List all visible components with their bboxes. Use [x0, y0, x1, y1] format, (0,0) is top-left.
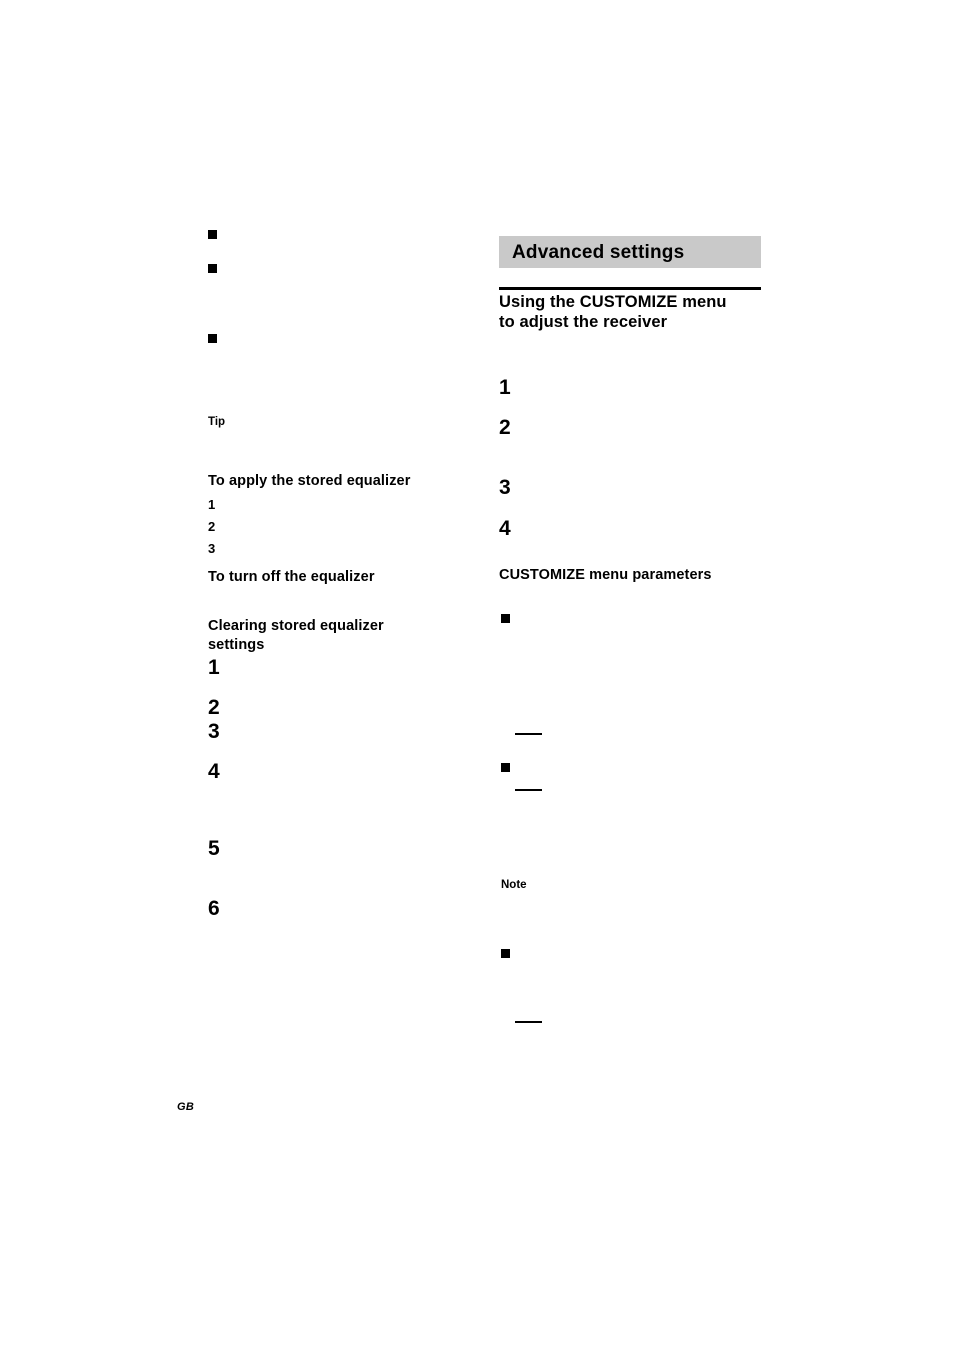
step-number-1: 1	[208, 497, 216, 512]
heading-using-customize-menu: Using the CUSTOMIZE menu to adjust the r…	[499, 292, 765, 332]
note-label: Note	[501, 879, 527, 891]
square-bullet-icon	[501, 614, 510, 623]
square-bullet-icon	[208, 230, 217, 239]
step-number-3: 3	[208, 541, 216, 556]
square-bullet-icon	[208, 334, 217, 343]
horizontal-rule	[499, 287, 761, 290]
heading-turn-off-equalizer: To turn off the equalizer	[208, 569, 375, 585]
document-page: Tip To apply the stored equalizer 1 2 3 …	[0, 0, 954, 1351]
heading-apply-stored-equalizer: To apply the stored equalizer	[208, 473, 411, 489]
step-number-1: 1	[208, 656, 220, 679]
subheading-customize-menu-parameters: CUSTOMIZE menu parameters	[499, 567, 712, 583]
tip-label: Tip	[208, 416, 226, 428]
step-number-4: 4	[499, 517, 511, 540]
step-number-6: 6	[208, 897, 220, 920]
step-number-3: 3	[208, 720, 220, 743]
square-bullet-icon	[501, 949, 510, 958]
section-title: Advanced settings	[512, 242, 685, 263]
page-footer-gb: GB	[177, 1101, 195, 1113]
square-bullet-icon	[501, 763, 510, 772]
square-bullet-icon	[208, 264, 217, 273]
step-number-2: 2	[208, 519, 216, 534]
step-number-1: 1	[499, 376, 511, 399]
underline-rule	[515, 789, 542, 791]
heading-clearing-stored-settings-line1: Clearing stored equalizer	[208, 618, 384, 634]
step-number-3: 3	[499, 476, 511, 499]
underline-rule	[515, 733, 542, 735]
underline-rule	[515, 1021, 542, 1023]
step-number-5: 5	[208, 837, 220, 860]
heading-line-1: Using the CUSTOMIZE menu	[499, 293, 727, 311]
heading-clearing-stored-settings-line2: settings	[208, 637, 265, 653]
step-number-4: 4	[208, 760, 220, 783]
heading-line-2: to adjust the receiver	[499, 313, 668, 331]
step-number-2: 2	[208, 696, 220, 719]
step-number-2: 2	[499, 416, 511, 439]
